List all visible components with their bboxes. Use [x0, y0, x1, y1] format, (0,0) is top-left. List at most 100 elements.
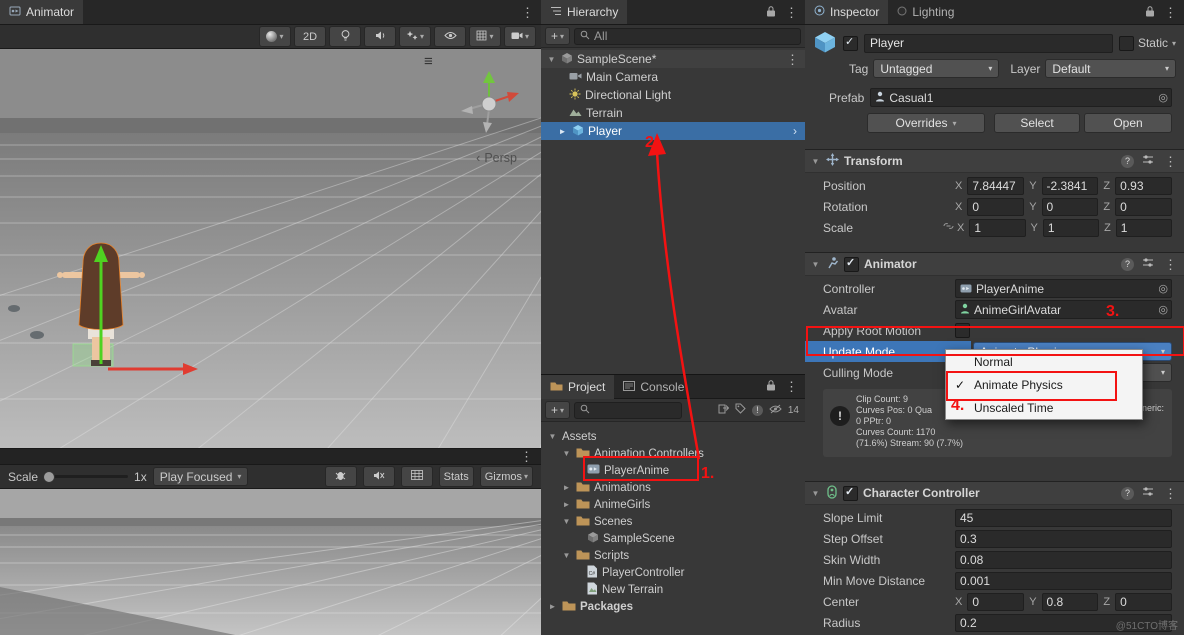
tag-icon[interactable]: [735, 403, 746, 417]
apply-root-motion-checkbox[interactable]: [955, 323, 970, 338]
hierarchy-kebab-icon[interactable]: ⋮: [783, 6, 800, 19]
hierarchy-create-button[interactable]: +▾: [545, 27, 570, 45]
project-row-playercontroller[interactable]: C# PlayerController: [541, 564, 805, 581]
hierarchy-item-main-camera[interactable]: Main Camera: [541, 68, 805, 86]
overlay-menu-icon[interactable]: ≡: [424, 53, 433, 70]
lock-icon[interactable]: [766, 379, 776, 394]
debug-bug-button[interactable]: [325, 466, 357, 487]
character-controller-header[interactable]: ▼ Character Controller ? ⋮: [805, 481, 1184, 505]
center-z-field[interactable]: 0: [1115, 593, 1172, 611]
2d-toggle-button[interactable]: 2D: [294, 26, 326, 47]
tab-lighting[interactable]: Lighting: [888, 0, 963, 24]
animator-enabled-checkbox[interactable]: [844, 257, 859, 272]
presets-icon[interactable]: [1142, 486, 1154, 500]
project-create-button[interactable]: +▾: [545, 401, 570, 419]
center-x-field[interactable]: 0: [967, 593, 1024, 611]
active-checkbox[interactable]: [843, 36, 858, 51]
controller-object-field[interactable]: PlayerAnime ◎: [955, 279, 1172, 298]
object-picker-icon[interactable]: ◎: [1158, 303, 1168, 316]
project-search-input[interactable]: [574, 402, 682, 419]
inspector-kebab-icon[interactable]: ⋮: [1162, 6, 1179, 19]
foldout-icon[interactable]: ►: [547, 602, 558, 611]
project-row-playeranime[interactable]: PlayerAnime: [541, 462, 805, 479]
hierarchy-item-directional-light[interactable]: Directional Light: [541, 86, 805, 104]
stats-button[interactable]: Stats: [439, 466, 474, 487]
project-row-animation-controllers[interactable]: ▼ Animation Controllers: [541, 445, 805, 462]
hierarchy-scene-row[interactable]: ▼ SampleScene* ⋮: [541, 50, 805, 68]
menu-item-normal[interactable]: Normal: [946, 350, 1142, 373]
select-button[interactable]: Select: [994, 113, 1080, 133]
project-row-scripts[interactable]: ▼ Scripts: [541, 547, 805, 564]
scene-viewport[interactable]: ≡: [0, 49, 541, 449]
foldout-icon[interactable]: ►: [561, 483, 572, 492]
step-offset-field[interactable]: 0.3: [955, 530, 1172, 548]
projection-label[interactable]: ‹ Persp: [476, 151, 517, 165]
foldout-icon[interactable]: ▼: [561, 517, 572, 526]
prefab-chevron-icon[interactable]: ›: [793, 124, 797, 138]
project-row-packages[interactable]: ► Packages: [541, 598, 805, 615]
open-button[interactable]: Open: [1084, 113, 1172, 133]
info-circle-icon[interactable]: !: [752, 405, 763, 416]
foldout-icon[interactable]: ►: [561, 500, 572, 509]
lock-icon[interactable]: [1145, 5, 1155, 20]
scene-camera-button[interactable]: ▾: [504, 26, 536, 47]
project-row-animations[interactable]: ► Animations: [541, 479, 805, 496]
gameobject-name-field[interactable]: Player: [864, 34, 1113, 53]
tab-hierarchy[interactable]: Hierarchy: [541, 0, 627, 24]
project-kebab-icon[interactable]: ⋮: [783, 380, 800, 393]
presets-icon[interactable]: [1142, 257, 1154, 271]
skin-width-field[interactable]: 0.08: [955, 551, 1172, 569]
scale-slider[interactable]: [44, 475, 128, 478]
help-icon[interactable]: ?: [1121, 155, 1134, 168]
project-row-animegirls[interactable]: ► AnimeGirls: [541, 496, 805, 513]
play-focused-dropdown[interactable]: Play Focused ▾: [153, 467, 249, 486]
component-kebab-icon[interactable]: ⋮: [1162, 155, 1179, 168]
foldout-icon[interactable]: ▼: [547, 432, 558, 441]
position-x-field[interactable]: 7.84447: [967, 177, 1024, 195]
scale-slider-knob[interactable]: [43, 471, 55, 483]
menu-item-unscaled-time[interactable]: Unscaled Time: [946, 396, 1142, 419]
scene-kebab-icon[interactable]: ⋮: [784, 53, 801, 66]
object-picker-icon[interactable]: ◎: [1158, 282, 1168, 295]
animator-header[interactable]: ▼ Animator ? ⋮: [805, 252, 1184, 276]
tab-animator[interactable]: Animator: [0, 0, 83, 24]
layer-dropdown[interactable]: Default ▾: [1045, 59, 1176, 78]
hierarchy-item-player[interactable]: ► Player ›: [541, 122, 805, 140]
vsync-grid-button[interactable]: [401, 466, 433, 487]
hierarchy-search-input[interactable]: All: [574, 28, 801, 45]
foldout-icon[interactable]: ▼: [810, 157, 821, 166]
center-y-field[interactable]: 0.8: [1042, 593, 1099, 611]
hierarchy-item-terrain[interactable]: Terrain: [541, 104, 805, 122]
hidden-eye-icon[interactable]: [769, 403, 782, 417]
scene-audio-button[interactable]: [364, 26, 396, 47]
gizmos-dropdown[interactable]: Gizmos▾: [480, 466, 533, 487]
object-picker-icon[interactable]: ◎: [1158, 91, 1168, 104]
scale-z-field[interactable]: 1: [1116, 219, 1172, 237]
game-viewport[interactable]: [0, 489, 541, 635]
lock-icon[interactable]: [766, 5, 776, 20]
scale-y-field[interactable]: 1: [1043, 219, 1099, 237]
component-kebab-icon[interactable]: ⋮: [1162, 487, 1179, 500]
prefab-object-field[interactable]: Casual1 ◎: [870, 88, 1172, 107]
transform-header[interactable]: ▼ Transform ? ⋮: [805, 149, 1184, 173]
rotation-y-field[interactable]: 0: [1042, 198, 1099, 216]
project-row-new-terrain[interactable]: New Terrain: [541, 581, 805, 598]
game-kebab-icon[interactable]: ⋮: [518, 450, 535, 463]
foldout-icon[interactable]: ►: [557, 127, 568, 136]
scene-orientation-gizmo[interactable]: [453, 65, 527, 139]
project-row-samplescene[interactable]: SampleScene: [541, 530, 805, 547]
scene-effects-button[interactable]: ▾: [399, 26, 431, 47]
foldout-icon[interactable]: ▼: [546, 55, 557, 64]
static-dropdown-icon[interactable]: ▾: [1172, 39, 1176, 48]
avatar-object-field[interactable]: AnimeGirlAvatar ◎: [955, 300, 1172, 319]
scale-x-field[interactable]: 1: [969, 219, 1025, 237]
player-character[interactable]: [40, 229, 210, 444]
animator-kebab-icon[interactable]: ⋮: [519, 6, 536, 19]
rotation-x-field[interactable]: 0: [967, 198, 1024, 216]
scene-visibility-button[interactable]: [434, 26, 466, 47]
open-asset-icon[interactable]: [718, 403, 729, 417]
help-icon[interactable]: ?: [1121, 487, 1134, 500]
foldout-icon[interactable]: ▼: [561, 551, 572, 560]
foldout-icon[interactable]: ▼: [810, 260, 821, 269]
static-checkbox[interactable]: [1119, 36, 1134, 51]
